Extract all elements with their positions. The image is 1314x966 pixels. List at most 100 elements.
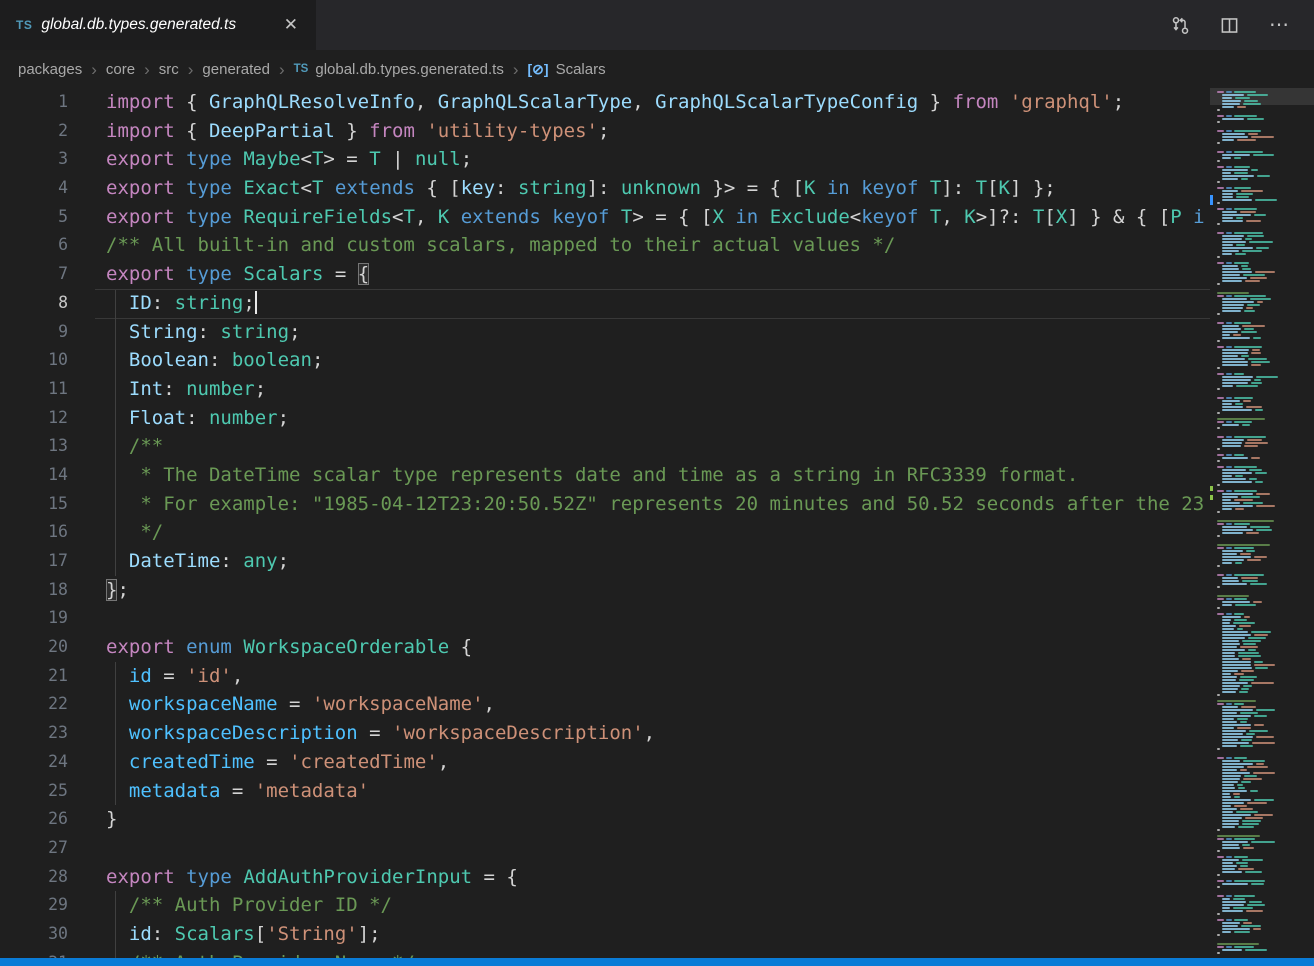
line-number[interactable]: 22 <box>0 690 68 719</box>
code-line[interactable]: 10 Boolean: boolean; <box>0 346 1210 375</box>
code-content: workspaceName = 'workspaceName', <box>106 690 495 719</box>
code-content: } <box>106 805 117 834</box>
code-content: id: Scalars['String']; <box>106 920 381 949</box>
line-number[interactable]: 18 <box>0 576 68 605</box>
line-number[interactable]: 1 <box>0 88 68 117</box>
minimap[interactable] <box>1210 88 1314 958</box>
minimap-decoration <box>1210 486 1213 491</box>
line-number[interactable]: 17 <box>0 547 68 576</box>
code-content: Int: number; <box>106 375 266 404</box>
code-line[interactable]: 4export type Exact<T extends { [key: str… <box>0 174 1210 203</box>
code-line[interactable]: 13 /** <box>0 432 1210 461</box>
split-editor-icon[interactable] <box>1220 16 1239 35</box>
line-number[interactable]: 14 <box>0 461 68 490</box>
code-content: /** Auth Provider Name */ <box>106 949 415 958</box>
code-content: }; <box>106 576 129 605</box>
code-line[interactable]: 6 /** All built-in and custom scalars, ma… <box>0 231 1210 260</box>
breadcrumb-item-core[interactable]: core <box>106 61 135 78</box>
code-line[interactable]: 7export type Scalars = { <box>0 260 1210 289</box>
open-changes-icon[interactable] <box>1171 16 1190 35</box>
code-line[interactable]: 24 createdTime = 'createdTime', <box>0 748 1210 777</box>
code-line[interactable]: 17 DateTime: any; <box>0 547 1210 576</box>
line-number[interactable]: 9 <box>0 318 68 347</box>
code-content: Float: number; <box>106 404 289 433</box>
breadcrumb-separator: › <box>279 61 285 78</box>
line-number[interactable]: 28 <box>0 863 68 892</box>
code-line[interactable]: 30 id: Scalars['String']; <box>0 920 1210 949</box>
breadcrumb-separator: › <box>91 61 97 78</box>
code-content: metadata = 'metadata' <box>106 777 369 806</box>
code-line[interactable]: 1import { GraphQLResolveInfo, GraphQLSca… <box>0 88 1210 117</box>
code-line[interactable]: 2import { DeepPartial } from 'utility-ty… <box>0 117 1210 146</box>
breadcrumb-label: packages <box>18 61 82 78</box>
code-content: DateTime: any; <box>106 547 289 576</box>
line-number[interactable]: 11 <box>0 375 68 404</box>
code-line[interactable]: 18}; <box>0 576 1210 605</box>
breadcrumb-label: global.db.types.generated.ts <box>315 61 503 78</box>
code-line[interactable]: 26} <box>0 805 1210 834</box>
code-line[interactable]: 31 /** Auth Provider Name */ <box>0 949 1210 958</box>
line-number[interactable]: 7 <box>0 260 68 289</box>
line-number[interactable]: 3 <box>0 145 68 174</box>
code-line[interactable]: 16 */ <box>0 518 1210 547</box>
code-line[interactable]: 20export enum WorkspaceOrderable { <box>0 633 1210 662</box>
code-line[interactable]: 19 <box>0 604 1210 633</box>
line-number[interactable]: 10 <box>0 346 68 375</box>
code-content: createdTime = 'createdTime', <box>106 748 449 777</box>
code-line[interactable]: 23 workspaceDescription = 'workspaceDesc… <box>0 719 1210 748</box>
editor[interactable]: 1import { GraphQLResolveInfo, GraphQLSca… <box>0 88 1210 958</box>
line-number[interactable]: 4 <box>0 174 68 203</box>
line-number[interactable]: 21 <box>0 662 68 691</box>
line-number[interactable]: 27 <box>0 834 68 863</box>
code-content: * The DateTime scalar type represents da… <box>106 461 1078 490</box>
code-line[interactable]: 22 workspaceName = 'workspaceName', <box>0 690 1210 719</box>
more-actions-icon[interactable]: ⋯ <box>1269 15 1290 35</box>
line-number[interactable]: 16 <box>0 518 68 547</box>
code-line[interactable]: 5 export type RequireFields<T, K extends … <box>0 203 1210 232</box>
code-line[interactable]: 3export type Maybe<T> = T | null; <box>0 145 1210 174</box>
code-line[interactable]: 21 id = 'id', <box>0 662 1210 691</box>
line-number[interactable]: 23 <box>0 719 68 748</box>
breadcrumb-item-packages[interactable]: packages <box>18 61 82 78</box>
breadcrumb-item-scalars[interactable]: [⊘]Scalars <box>528 61 606 78</box>
code-line[interactable]: 15 * For example: "1985-04-12T23:20:50.5… <box>0 490 1210 519</box>
line-number[interactable]: 6 <box>0 231 68 260</box>
code-content: /** All built-in and custom scalars, map… <box>106 231 895 260</box>
line-number[interactable]: 24 <box>0 748 68 777</box>
ts-file-icon: TS <box>16 18 32 32</box>
line-number[interactable]: 15 <box>0 490 68 519</box>
status-bar[interactable] <box>0 958 1314 966</box>
breadcrumb-item-global-db-types-generated-ts[interactable]: TSglobal.db.types.generated.ts <box>294 61 504 78</box>
code-line[interactable]: 12 Float: number; <box>0 404 1210 433</box>
code-content: workspaceDescription = 'workspaceDescrip… <box>106 719 655 748</box>
breadcrumb-item-generated[interactable]: generated <box>202 61 270 78</box>
code-line[interactable]: 28export type AddAuthProviderInput = { <box>0 863 1210 892</box>
breadcrumb-item-src[interactable]: src <box>159 61 179 78</box>
code-line[interactable]: 9 String: string; <box>0 318 1210 347</box>
tab-global-db-types-generated[interactable]: TS global.db.types.generated.ts ✕ <box>0 0 316 50</box>
code-line[interactable]: 14 * The DateTime scalar type represents… <box>0 461 1210 490</box>
breadcrumb: packages›core›src›generated›TSglobal.db.… <box>0 50 1314 88</box>
close-icon[interactable]: ✕ <box>280 13 302 37</box>
code-content: id = 'id', <box>106 662 243 691</box>
line-number[interactable]: 8 <box>0 289 68 318</box>
line-number[interactable]: 31 <box>0 949 68 958</box>
line-number[interactable]: 29 <box>0 891 68 920</box>
line-number[interactable]: 12 <box>0 404 68 433</box>
line-number[interactable]: 19 <box>0 604 68 633</box>
line-number[interactable]: 30 <box>0 920 68 949</box>
code-content: export type RequireFields<T, K extends k… <box>106 203 1205 232</box>
code-line[interactable]: 25 metadata = 'metadata' <box>0 777 1210 806</box>
line-number[interactable]: 26 <box>0 805 68 834</box>
code-line[interactable]: 27 <box>0 834 1210 863</box>
breadcrumb-label: Scalars <box>556 61 606 78</box>
line-number[interactable]: 5 <box>0 203 68 232</box>
code-line[interactable]: 11 Int: number; <box>0 375 1210 404</box>
code-line[interactable]: 8 ID: string; <box>0 289 1210 318</box>
line-number[interactable]: 2 <box>0 117 68 146</box>
minimap-content <box>1210 88 1314 958</box>
line-number[interactable]: 25 <box>0 777 68 806</box>
line-number[interactable]: 20 <box>0 633 68 662</box>
code-line[interactable]: 29 /** Auth Provider ID */ <box>0 891 1210 920</box>
line-number[interactable]: 13 <box>0 432 68 461</box>
